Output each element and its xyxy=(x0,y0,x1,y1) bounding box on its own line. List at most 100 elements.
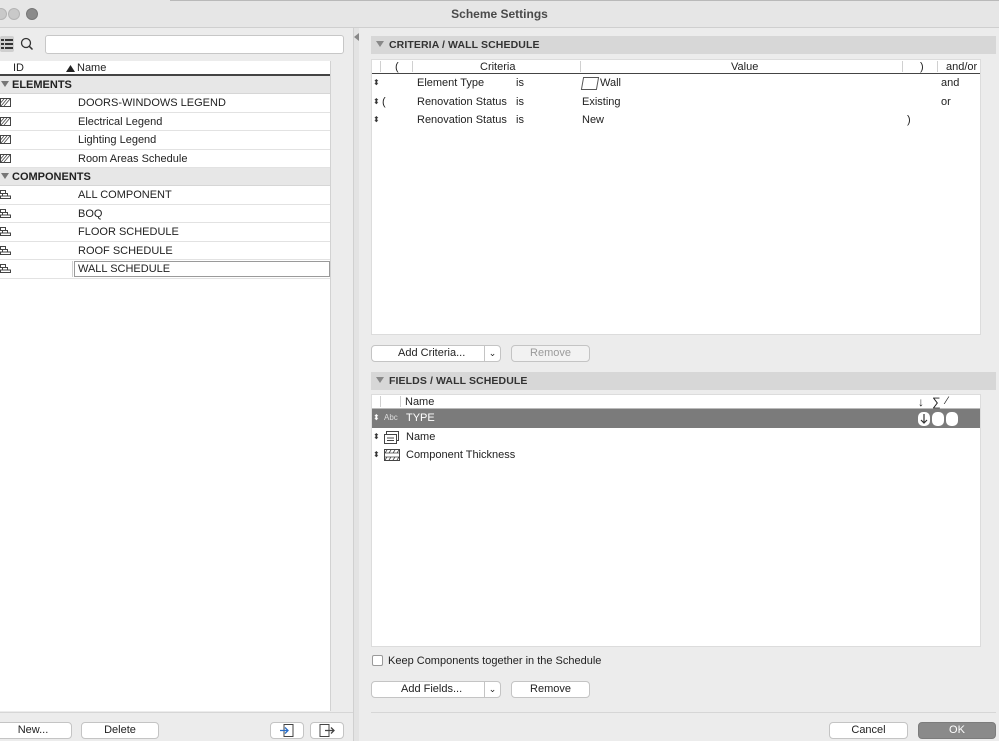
item-label: ROOF SCHEDULE xyxy=(78,244,173,257)
criteria-table-header: ( Criteria Value ) and/or xyxy=(372,60,980,74)
field-row[interactable]: ⬍ Name xyxy=(372,428,980,447)
sort-toggle[interactable] xyxy=(918,412,930,426)
fields-table: Name ↓ ∑ ⁄ ⬍ Abc TYPE ⬍ Name ⬍ Component… xyxy=(371,394,981,647)
id-edit-field[interactable] xyxy=(12,261,73,277)
add-criteria-button[interactable]: Add Criteria... ⌄ xyxy=(371,345,501,362)
operator-cell[interactable]: is xyxy=(516,96,524,108)
sum-toggle[interactable] xyxy=(932,412,944,426)
list-item-selected[interactable]: WALL SCHEDULE xyxy=(0,260,330,279)
import-icon[interactable] xyxy=(270,722,304,739)
disclosure-triangle-icon[interactable] xyxy=(376,41,384,47)
column-divider xyxy=(380,61,381,72)
reorder-handle-icon[interactable]: ⬍ xyxy=(373,432,380,441)
value-column-header: Value xyxy=(731,61,759,73)
operator-cell[interactable]: is xyxy=(516,114,524,126)
value-cell[interactable]: Wall xyxy=(600,77,621,89)
scheme-list-panel: ID Name ELEMENTS DOORS-WINDOWS LEGEND El… xyxy=(0,28,353,741)
search-icon[interactable] xyxy=(18,35,36,53)
id-column-header[interactable]: ID xyxy=(13,62,24,74)
hatch-element-icon xyxy=(0,153,11,163)
list-item[interactable]: ALL COMPONENT xyxy=(0,186,330,205)
new-button[interactable]: New... xyxy=(0,722,72,739)
criteria-section-header[interactable]: CRITERIA / WALL SCHEDULE xyxy=(371,36,996,54)
component-icon xyxy=(0,190,11,199)
open-paren-column-header: ( xyxy=(395,61,399,73)
list-item[interactable]: Lighting Legend xyxy=(0,131,330,150)
andor-column-header: and/or xyxy=(946,61,978,73)
keep-components-checkbox[interactable] xyxy=(372,655,383,666)
flag-toggle[interactable] xyxy=(946,412,958,426)
field-row-selected[interactable]: ⬍ Abc TYPE xyxy=(372,409,980,428)
operator-cell[interactable]: is xyxy=(516,77,524,89)
top-divider xyxy=(170,0,999,1)
column-divider xyxy=(580,61,581,72)
delete-button[interactable]: Delete xyxy=(81,722,159,739)
reorder-handle-icon[interactable]: ⬍ xyxy=(373,97,380,106)
reorder-handle-icon[interactable]: ⬍ xyxy=(373,450,380,459)
remove-field-button[interactable]: Remove xyxy=(511,681,590,698)
list-view-icon[interactable] xyxy=(0,36,14,52)
column-divider xyxy=(400,396,401,407)
search-input[interactable] xyxy=(45,35,344,54)
list-item[interactable]: Room Areas Schedule xyxy=(0,150,330,168)
name-icon xyxy=(384,430,400,447)
flag-column-icon: ⁄ xyxy=(946,395,948,407)
add-criteria-label: Add Criteria... xyxy=(398,347,466,359)
item-label: Room Areas Schedule xyxy=(78,152,188,165)
chevron-down-icon[interactable]: ⌄ xyxy=(484,682,500,697)
field-row[interactable]: ⬍ Component Thickness xyxy=(372,446,980,465)
criteria-cell[interactable]: Renovation Status xyxy=(417,96,507,108)
criteria-row[interactable]: ⬍ Element Type is Wall and xyxy=(372,74,980,93)
tree-header: ID Name xyxy=(0,61,330,76)
keep-components-label[interactable]: Keep Components together in the Schedule xyxy=(388,655,601,667)
open-paren-cell[interactable]: ( xyxy=(382,96,386,108)
value-cell[interactable]: New xyxy=(582,114,604,126)
cancel-button[interactable]: Cancel xyxy=(829,722,908,739)
criteria-cell[interactable]: Renovation Status xyxy=(417,114,507,126)
reorder-handle-icon[interactable]: ⬍ xyxy=(373,115,380,124)
disclosure-triangle-icon[interactable] xyxy=(376,377,384,383)
disclosure-triangle-icon[interactable] xyxy=(1,81,9,87)
item-label: DOORS-WINDOWS LEGEND xyxy=(78,97,226,109)
criteria-row[interactable]: ⬍ ( Renovation Status is Existing or xyxy=(372,93,980,112)
add-fields-button[interactable]: Add Fields... ⌄ xyxy=(371,681,501,698)
list-item[interactable]: FLOOR SCHEDULE xyxy=(0,223,330,242)
remove-criteria-button[interactable]: Remove xyxy=(511,345,590,362)
andor-cell[interactable]: and xyxy=(941,77,959,89)
name-column-header[interactable]: Name xyxy=(77,62,106,74)
name-column-header: Name xyxy=(405,396,435,408)
reorder-handle-icon[interactable]: ⬍ xyxy=(373,78,380,87)
criteria-column-header: Criteria xyxy=(480,61,516,73)
value-cell[interactable]: Existing xyxy=(582,96,621,108)
list-item[interactable]: Electrical Legend xyxy=(0,113,330,131)
list-item[interactable]: BOQ xyxy=(0,205,330,223)
text-type-icon: Abc xyxy=(384,413,398,422)
field-name[interactable]: TYPE xyxy=(406,412,435,424)
item-label: FLOOR SCHEDULE xyxy=(78,226,179,238)
chevron-down-icon[interactable]: ⌄ xyxy=(484,346,500,361)
scheme-settings-panel: CRITERIA / WALL SCHEDULE ( Criteria Valu… xyxy=(359,28,999,741)
hatch-element-icon xyxy=(0,98,11,107)
criteria-cell[interactable]: Element Type xyxy=(417,77,484,89)
column-divider xyxy=(412,61,413,72)
group-elements[interactable]: ELEMENTS xyxy=(0,76,330,94)
item-label: Electrical Legend xyxy=(78,115,163,128)
ok-button[interactable]: OK xyxy=(918,722,996,739)
fields-section-header[interactable]: FIELDS / WALL SCHEDULE xyxy=(371,372,996,390)
field-name[interactable]: Name xyxy=(406,431,435,443)
close-paren-cell[interactable]: ) xyxy=(907,114,911,126)
andor-cell[interactable]: or xyxy=(941,96,951,108)
field-name[interactable]: Component Thickness xyxy=(406,449,515,461)
disclosure-triangle-icon[interactable] xyxy=(1,173,9,179)
component-icon xyxy=(0,245,11,255)
criteria-row[interactable]: ⬍ Renovation Status is New ) xyxy=(372,111,980,130)
component-icon xyxy=(0,264,11,273)
export-icon[interactable] xyxy=(310,722,344,739)
sort-ascending-icon xyxy=(66,65,75,72)
list-item[interactable]: DOORS-WINDOWS LEGEND xyxy=(0,94,330,113)
group-components[interactable]: COMPONENTS xyxy=(0,168,330,186)
fields-header-label: FIELDS / WALL SCHEDULE xyxy=(389,375,528,387)
reorder-handle-icon[interactable]: ⬍ xyxy=(373,413,380,422)
column-divider xyxy=(937,61,938,72)
list-item[interactable]: ROOF SCHEDULE xyxy=(0,242,330,260)
